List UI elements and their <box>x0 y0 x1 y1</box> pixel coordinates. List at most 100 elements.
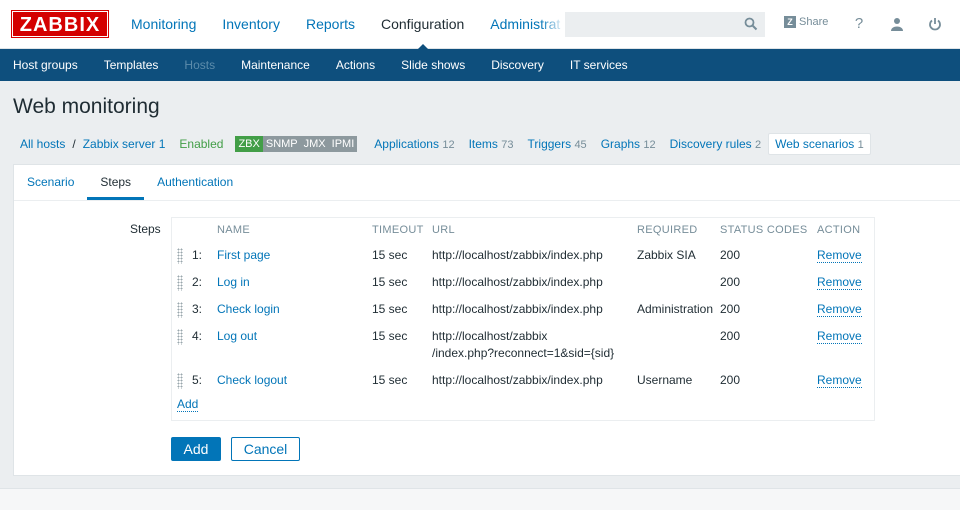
step-number: 1: <box>192 248 203 262</box>
footer-area <box>0 488 960 510</box>
menu-inventory[interactable]: Inventory <box>209 0 293 49</box>
web-scenarios-link[interactable]: Web scenarios 1 <box>768 133 871 155</box>
menu-reports[interactable]: Reports <box>293 0 368 49</box>
triggers-link[interactable]: Triggers 45 <box>521 137 594 151</box>
discovery-rules-link[interactable]: Discovery rules 2 <box>663 137 769 151</box>
step-url-line-2: /index.php?reconnect=1&sid={sid} <box>432 346 615 360</box>
column-header-url: URL <box>432 224 455 236</box>
step-required <box>637 269 720 296</box>
submenu-maintenance[interactable]: Maintenance <box>228 49 323 81</box>
table-row: 4: Log out 15 sec http://localhost/zabbi… <box>172 323 872 367</box>
add-step-link[interactable]: Add <box>177 397 199 412</box>
step-timeout: 15 sec <box>372 302 408 316</box>
steps-table: NAME TIMEOUT URL REQUIRED STATUS CODES A… <box>172 218 872 394</box>
step-required: Administration <box>637 302 714 316</box>
step-url: http://localhost/zabbix/index.php?reconn… <box>432 323 637 367</box>
step-timeout: 15 sec <box>372 329 408 343</box>
breadcrumb-all-hosts[interactable]: All hosts <box>13 137 72 151</box>
step-status-codes: 200 <box>720 302 741 316</box>
host-status: Enabled <box>179 137 224 151</box>
remove-step-button[interactable]: Remove <box>817 248 862 263</box>
step-name-link[interactable]: Check login <box>217 302 280 316</box>
share-icon: Z <box>784 16 796 28</box>
jmx-badge: JMX <box>300 136 329 152</box>
availability-indicators: ZBX SNMP JMX IPMI <box>235 136 358 152</box>
submenu-actions[interactable]: Actions <box>323 49 388 81</box>
menu-monitoring[interactable]: Monitoring <box>118 0 209 49</box>
step-timeout: 15 sec <box>372 275 408 289</box>
step-name-link[interactable]: Log out <box>217 329 257 343</box>
step-required: Zabbix SIA <box>637 248 696 262</box>
page-title: Web monitoring <box>13 95 160 118</box>
add-button[interactable]: Add <box>171 437 221 461</box>
step-url: http://localhost/zabbix/index.php <box>432 275 603 289</box>
step-name-link[interactable]: First page <box>217 248 270 262</box>
step-url-line-1: http://localhost/zabbix <box>432 329 548 343</box>
step-name-link[interactable]: Log in <box>217 275 250 289</box>
step-status-codes: 200 <box>720 275 741 289</box>
step-name-link[interactable]: Check logout <box>217 373 287 387</box>
main-menu: Monitoring Inventory Reports Configurati… <box>118 0 573 50</box>
share-link[interactable]: Z Share <box>784 16 828 28</box>
submenu-hosts[interactable]: Hosts <box>171 49 228 81</box>
sign-out-icon[interactable] <box>926 15 944 33</box>
column-header-name: NAME <box>217 224 250 236</box>
steps-label: Steps <box>130 222 161 236</box>
tab-steps[interactable]: Steps <box>87 165 145 200</box>
step-timeout: 15 sec <box>372 248 408 262</box>
snmp-badge: SNMP <box>262 136 301 152</box>
tab-authentication[interactable]: Authentication <box>144 165 246 200</box>
steps-header-row: NAME TIMEOUT URL REQUIRED STATUS CODES A… <box>172 218 872 242</box>
submenu-slide-shows[interactable]: Slide shows <box>388 49 478 81</box>
step-number: 2: <box>192 275 203 289</box>
step-url: http://localhost/zabbix/index.php <box>432 373 603 387</box>
form-tabs: Scenario Steps Authentication <box>14 165 960 201</box>
remove-step-button[interactable]: Remove <box>817 373 862 388</box>
search-input[interactable] <box>565 12 765 37</box>
table-row: 2: Log in 15 sec http://localhost/zabbix… <box>172 269 872 296</box>
submenu-host-groups[interactable]: Host groups <box>0 49 91 81</box>
column-header-action: ACTION <box>817 224 861 236</box>
drag-handle-icon[interactable] <box>177 373 183 389</box>
step-required: Username <box>637 373 693 387</box>
drag-handle-icon[interactable] <box>177 329 183 345</box>
tab-scenario[interactable]: Scenario <box>14 165 87 200</box>
remove-step-button[interactable]: Remove <box>817 302 862 317</box>
column-header-required: REQUIRED <box>637 224 698 236</box>
web-scenario-form: Scenario Steps Authentication Steps NAME… <box>13 164 960 476</box>
applications-link[interactable]: Applications 12 <box>367 137 461 151</box>
submenu-discovery[interactable]: Discovery <box>478 49 557 81</box>
graphs-link[interactable]: Graphs 12 <box>594 137 663 151</box>
sub-menu: Host groups Templates Hosts Maintenance … <box>0 49 960 81</box>
step-timeout: 15 sec <box>372 373 408 387</box>
submenu-templates[interactable]: Templates <box>91 49 172 81</box>
step-number: 4: <box>192 329 203 343</box>
drag-handle-icon[interactable] <box>177 275 183 291</box>
help-icon[interactable]: ? <box>850 15 868 33</box>
table-row: 3: Check login 15 sec http://localhost/z… <box>172 296 872 323</box>
cancel-button[interactable]: Cancel <box>231 437 300 461</box>
ipmi-badge: IPMI <box>328 136 358 152</box>
column-header-timeout: TIMEOUT <box>372 224 424 236</box>
breadcrumb-host[interactable]: Zabbix server 1 <box>76 137 173 151</box>
zabbix-logo[interactable]: ZABBIX <box>12 11 108 37</box>
drag-handle-icon[interactable] <box>177 248 183 264</box>
step-required <box>637 323 720 367</box>
user-profile-icon[interactable] <box>888 15 906 33</box>
step-number: 3: <box>192 302 203 316</box>
step-status-codes: 200 <box>720 329 741 343</box>
share-label: Share <box>799 16 829 28</box>
step-status-codes: 200 <box>720 248 741 262</box>
table-row: 1: First page 15 sec http://localhost/za… <box>172 242 872 269</box>
remove-step-button[interactable]: Remove <box>817 329 862 344</box>
search-icon[interactable] <box>744 17 758 31</box>
items-link[interactable]: Items 73 <box>462 137 521 151</box>
step-number: 5: <box>192 373 203 387</box>
menu-configuration[interactable]: Configuration <box>368 0 477 50</box>
drag-handle-icon[interactable] <box>177 302 183 318</box>
submenu-it-services[interactable]: IT services <box>557 49 641 81</box>
menu-fade <box>540 0 565 48</box>
table-row: 5: Check logout 15 sec http://localhost/… <box>172 367 872 394</box>
remove-step-button[interactable]: Remove <box>817 275 862 290</box>
step-url: http://localhost/zabbix/index.php <box>432 302 603 316</box>
